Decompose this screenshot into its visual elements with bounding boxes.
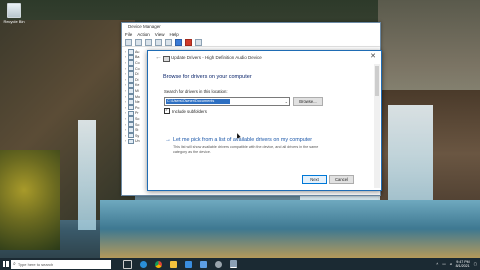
menu-help[interactable]: Help — [169, 31, 178, 38]
pick-from-list-link[interactable]: Let me pick from a list of available dri… — [173, 137, 312, 143]
taskbar-apps — [123, 259, 237, 269]
clock-date: 8/1/2021 — [455, 264, 470, 268]
settings-icon[interactable] — [215, 260, 222, 268]
wallpaper-tree — [0, 150, 60, 250]
store-icon[interactable] — [185, 260, 192, 268]
taskbar-search-input[interactable]: ⌕ Type here to search — [11, 259, 111, 269]
recycle-bin-label: Recycle Bin — [3, 19, 25, 24]
menu-file[interactable]: File — [125, 31, 132, 38]
include-subfolders-checkbox[interactable]: Include subfolders — [164, 107, 207, 114]
taskbar: ⌕ Type here to search ˄ ▭ ◂ 9:47 PM 8/1/… — [0, 258, 480, 270]
driver-path-value: C:\Users\Owner\Documents — [166, 99, 230, 104]
taskbar-search-placeholder: Type here to search — [17, 261, 54, 267]
menu-view[interactable]: View — [155, 31, 165, 38]
driver-path-input[interactable]: C:\Users\Owner\Documents ⌄ — [164, 97, 290, 106]
dialog-scrollbar[interactable] — [374, 64, 380, 188]
chevron-down-icon[interactable]: ⌄ — [285, 98, 288, 105]
search-location-label: Search for drivers in this location: — [164, 89, 228, 94]
chrome-icon[interactable] — [155, 260, 162, 268]
forward-icon[interactable] — [135, 38, 142, 46]
device-manager-title: Device Manager — [128, 24, 161, 29]
help-icon[interactable] — [155, 38, 162, 46]
properties-icon[interactable] — [145, 38, 152, 46]
arrow-right-icon: → — [165, 137, 171, 143]
volume-icon[interactable]: ◂ — [450, 262, 452, 266]
scan-hardware-icon[interactable] — [165, 38, 172, 46]
cancel-button[interactable]: Cancel — [329, 175, 354, 184]
checkbox-checked-icon[interactable] — [164, 107, 170, 114]
search-icon: ⌕ — [13, 261, 16, 267]
start-button[interactable] — [0, 258, 11, 270]
disable-icon[interactable] — [195, 38, 202, 46]
task-view-icon[interactable] — [123, 259, 132, 269]
explorer-icon[interactable] — [170, 260, 177, 268]
network-icon[interactable]: ▭ — [442, 262, 445, 266]
notifications-icon[interactable]: ▢ — [474, 262, 477, 266]
edge-icon[interactable] — [140, 260, 147, 268]
wallpaper-pool — [100, 200, 480, 258]
back-arrow-icon[interactable]: ← — [155, 54, 162, 61]
recycle-bin-desktop-icon[interactable]: Recycle Bin — [3, 3, 25, 24]
uninstall-icon[interactable] — [185, 38, 192, 46]
update-drivers-dialog: ← Update Drivers - High Definition Audio… — [147, 50, 382, 191]
device-manager-menu: File Action View Help — [122, 31, 380, 38]
recycle-bin-icon — [7, 3, 21, 18]
pick-from-list-description: This list will show available drivers co… — [173, 145, 319, 154]
scrollbar-thumb[interactable] — [375, 66, 379, 96]
wallpaper-waterfall-left — [78, 120, 96, 230]
back-icon[interactable] — [125, 38, 132, 46]
device-manager-icon[interactable] — [230, 260, 237, 268]
update-driver-icon[interactable] — [175, 38, 182, 46]
audio-device-icon — [163, 56, 170, 62]
system-tray: ˄ ▭ ◂ 9:47 PM 8/1/2021 ▢ — [436, 260, 480, 268]
browse-button[interactable]: Browse... — [293, 97, 323, 106]
dialog-title: Update Drivers - High Definition Audio D… — [171, 55, 262, 60]
mail-icon[interactable] — [200, 260, 207, 268]
device-category-icon — [128, 138, 134, 145]
include-subfolders-label: Include subfolders — [172, 108, 207, 114]
windows-logo-icon — [2, 261, 9, 267]
chevron-up-icon[interactable]: ˄ — [436, 262, 438, 266]
next-button[interactable]: Next — [302, 175, 327, 184]
device-manager-toolbar — [122, 38, 380, 47]
dialog-titlebar: ← Update Drivers - High Definition Audio… — [148, 51, 381, 64]
close-icon[interactable]: ✕ — [370, 53, 376, 61]
menu-action[interactable]: Action — [137, 31, 150, 38]
dialog-heading: Browse for drivers on your computer — [163, 74, 252, 80]
clock[interactable]: 9:47 PM 8/1/2021 — [456, 260, 470, 268]
